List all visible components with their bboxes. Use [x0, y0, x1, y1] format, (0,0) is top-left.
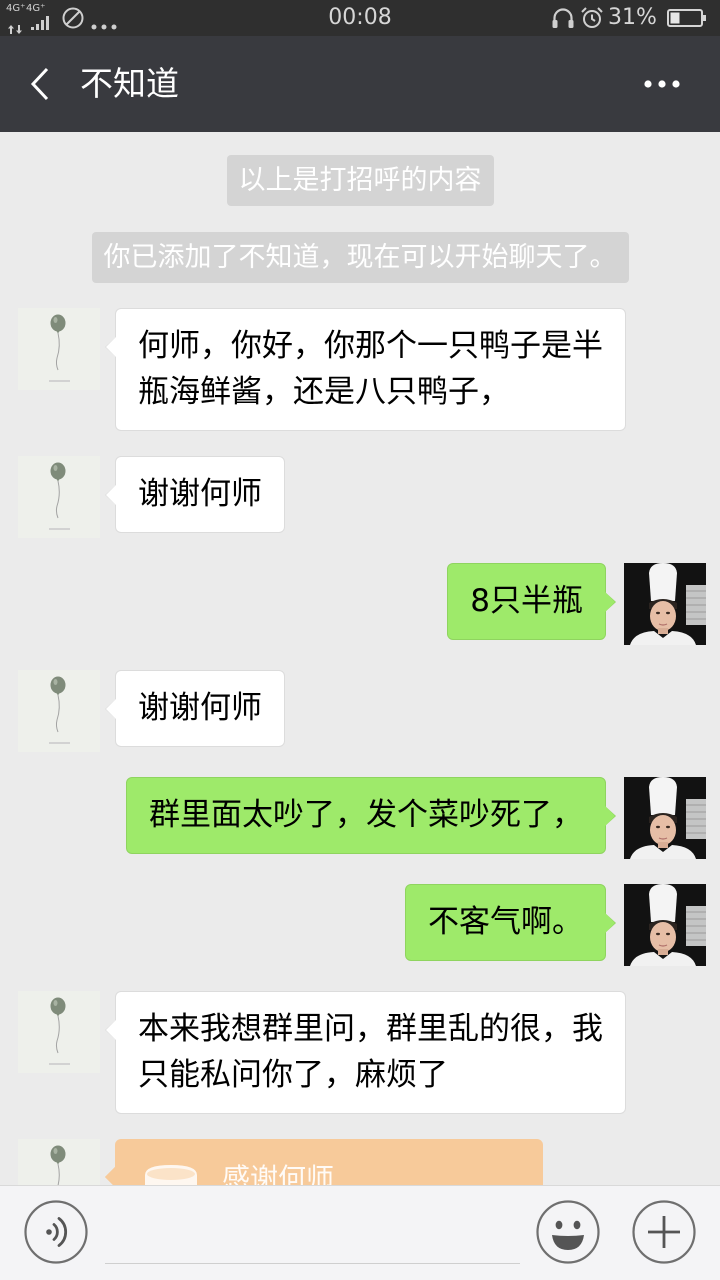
chef-avatar[interactable]	[624, 884, 706, 966]
incoming-message-row: 谢谢何师	[0, 670, 720, 752]
message-text-line: 谢谢何师	[138, 690, 262, 726]
balloon-avatar-image	[18, 1139, 100, 1185]
incoming-message-row: 何师，你好，你那个一只鸭子是半 瓶海鲜酱，还是八只鸭子，	[0, 308, 720, 431]
chef-avatar[interactable]	[624, 777, 706, 859]
more-icon	[644, 80, 680, 88]
gift-card-bubble[interactable]: 感谢何师	[105, 1139, 543, 1185]
message-text-line: 何师，你好，你那个一只鸭子是半	[138, 328, 603, 364]
alarm-icon	[580, 6, 604, 34]
incoming-message-row: 谢谢何师	[0, 456, 720, 538]
message-text-line: 不客气啊。	[428, 904, 583, 940]
incoming-message-row: 本来我想群里问，群里乱的很，我 只能私问你了，麻烦了	[0, 991, 720, 1114]
balloon-avatar[interactable]	[18, 991, 100, 1073]
message-text-line: 8只半瓶	[470, 583, 583, 619]
gift-icon-graphic	[145, 1165, 197, 1185]
balloon-avatar-image	[18, 670, 100, 752]
battery-icon	[667, 9, 707, 31]
battery-percentage: 31%	[608, 5, 657, 30]
do-not-disturb-icon	[61, 6, 85, 34]
system-message-row: 以上是打招呼的内容	[0, 155, 720, 206]
balloon-avatar[interactable]	[18, 456, 100, 538]
balloon-avatar[interactable]	[18, 670, 100, 752]
network-type-label: 4G⁺	[26, 3, 46, 14]
message-bubble[interactable]: 8只半瓶	[447, 563, 616, 640]
message-text-line: 只能私问你了，麻烦了	[138, 1057, 448, 1093]
message-bubble[interactable]: 不客气啊。	[405, 884, 616, 961]
chat-header: 不知道	[0, 36, 720, 132]
clock-time: 00:08	[328, 5, 392, 30]
back-button[interactable]	[20, 60, 60, 108]
voice-input-button[interactable]	[24, 1200, 88, 1264]
message-text-line: 谢谢何师	[138, 476, 262, 512]
emoji-icon	[536, 1200, 600, 1264]
message-text-line: 群里面太吵了，发个菜吵死了，	[149, 797, 583, 833]
phone-screen: 4G⁺ 4G⁺ 00:08 31% 不知道 以上是打招呼的内容 你已添加了不知道…	[0, 0, 720, 1280]
signal-icon	[31, 15, 51, 34]
message-bubble[interactable]: 谢谢何师	[105, 456, 285, 533]
headphones-icon	[551, 7, 575, 33]
outgoing-message-row: 不客气啊。	[0, 884, 720, 966]
message-text-line: 瓶海鲜酱，还是八只鸭子，	[138, 374, 510, 410]
chef-avatar-image	[624, 777, 706, 859]
balloon-avatar-image	[18, 308, 100, 390]
chef-avatar[interactable]	[624, 563, 706, 645]
input-bar	[0, 1185, 720, 1280]
message-input[interactable]	[105, 1200, 520, 1264]
system-message: 以上是打招呼的内容	[226, 155, 494, 206]
card-title: 感谢何师	[222, 1162, 335, 1185]
network-type-label: 4G⁺	[6, 3, 26, 14]
system-message: 你已添加了不知道，现在可以开始聊天了。	[91, 232, 629, 283]
plus-icon	[632, 1200, 696, 1264]
outgoing-message-row: 群里面太吵了，发个菜吵死了，	[0, 777, 720, 859]
system-message-row: 你已添加了不知道，现在可以开始聊天了。	[0, 232, 720, 283]
chef-avatar-image	[624, 563, 706, 645]
battery-fill	[670, 12, 680, 24]
back-chevron-icon	[30, 67, 49, 101]
outgoing-message-row: 8只半瓶	[0, 563, 720, 645]
more-notifications-icon	[91, 15, 117, 34]
emoji-button[interactable]	[536, 1200, 600, 1264]
balloon-avatar[interactable]	[18, 308, 100, 390]
more-options-button[interactable]	[634, 62, 690, 106]
chef-avatar-image	[624, 884, 706, 966]
incoming-message-row: 感谢何师	[0, 1139, 720, 1185]
message-bubble[interactable]: 谢谢何师	[105, 670, 285, 747]
balloon-avatar[interactable]	[18, 1139, 100, 1185]
message-bubble[interactable]: 本来我想群里问，群里乱的很，我 只能私问你了，麻烦了	[105, 991, 626, 1114]
message-list: 何师，你好，你那个一只鸭子是半 瓶海鲜酱，还是八只鸭子， 谢谢何师 8只半瓶 谢谢何师群…	[0, 308, 720, 1185]
more-features-button[interactable]	[632, 1200, 696, 1264]
balloon-avatar-image	[18, 991, 100, 1073]
message-bubble[interactable]: 何师，你好，你那个一只鸭子是半 瓶海鲜酱，还是八只鸭子，	[105, 308, 626, 431]
balloon-avatar-image	[18, 456, 100, 538]
status-bar: 4G⁺ 4G⁺ 00:08 31%	[0, 0, 720, 36]
chat-message-area[interactable]: 以上是打招呼的内容 你已添加了不知道，现在可以开始聊天了。 何师，你好，你那个一…	[0, 132, 720, 1185]
message-text-line: 本来我想群里问，群里乱的很，我	[138, 1011, 603, 1047]
gift-icon	[141, 1161, 201, 1185]
chat-title: 不知道	[80, 64, 179, 103]
message-bubble[interactable]: 群里面太吵了，发个菜吵死了，	[126, 777, 616, 854]
voice-icon	[24, 1200, 88, 1264]
